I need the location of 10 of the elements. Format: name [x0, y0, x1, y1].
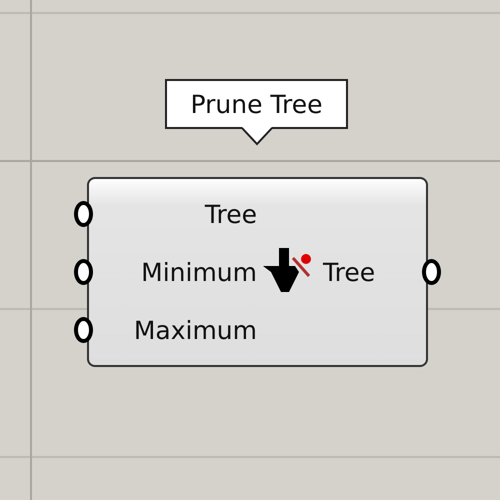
input-grip[interactable] — [74, 317, 93, 343]
input-label: Tree — [204, 200, 257, 228]
input-label: Maximum — [134, 316, 257, 344]
output-label: Tree — [323, 258, 376, 286]
tooltip-text: Prune Tree — [190, 90, 323, 118]
input-grip[interactable] — [74, 259, 93, 285]
input-grip[interactable] — [74, 201, 93, 227]
input-label: Minimum — [141, 258, 257, 286]
output-grip[interactable] — [422, 259, 441, 285]
component-node[interactable]: Tree Minimum Maximum Tree — [87, 177, 428, 367]
